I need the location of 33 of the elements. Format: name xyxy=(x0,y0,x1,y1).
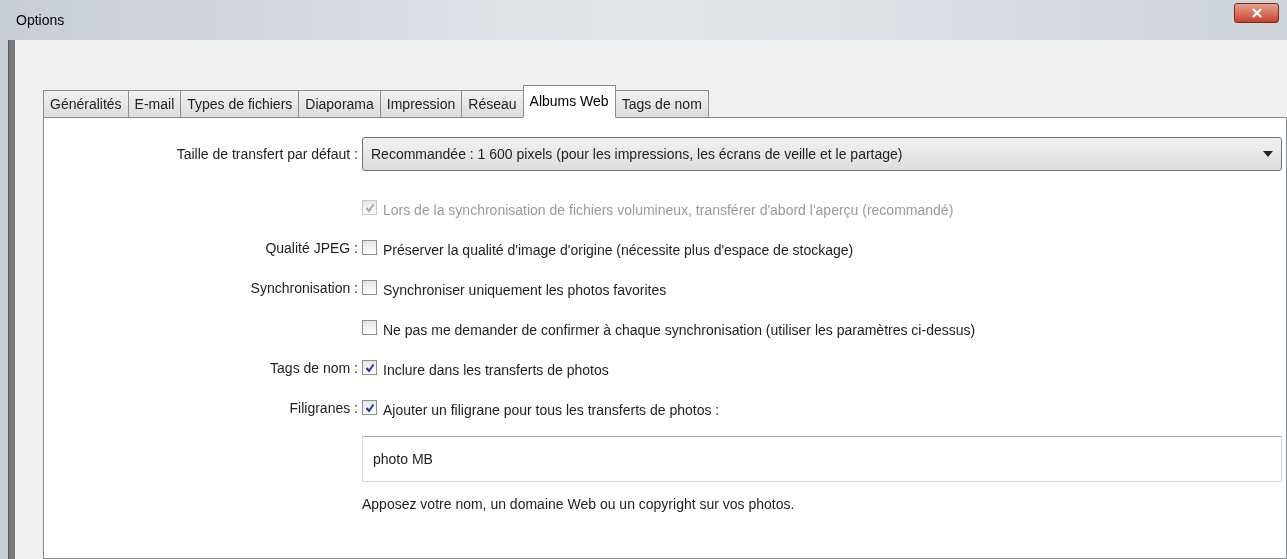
tab[interactable]: Diaporama xyxy=(298,90,381,118)
checkbox[interactable] xyxy=(362,240,377,255)
checkbox[interactable] xyxy=(362,280,377,295)
checkbox[interactable] xyxy=(362,360,377,375)
tab[interactable]: Impression xyxy=(379,90,463,118)
tab[interactable]: Tags de nom xyxy=(614,90,709,118)
checkmark-icon xyxy=(364,402,375,413)
dropdown[interactable]: Recommandée : 1 600 pixels (pour les impressions, les écrans de veille et le partage) xyxy=(362,137,1282,171)
tab[interactable]: E-mail xyxy=(127,90,182,118)
checkbox-label[interactable]: Inclure dans les transferts de photos xyxy=(383,358,609,382)
checkbox-label[interactable]: Préserver la qualité d'image d'origine (nécessite plus d'espace de stockage) xyxy=(383,238,854,262)
option-label: Filigranes : xyxy=(288,399,359,418)
checkbox[interactable] xyxy=(362,320,377,335)
checkbox-label[interactable]: Ajouter un filigrane pour tous les transferts de photos : xyxy=(383,398,720,422)
checkbox-label[interactable]: Ne pas me demander de confirmer à chaque synchronisation (utiliser les paramètres ci-dessus) xyxy=(383,318,976,342)
checkmark-icon xyxy=(364,362,375,373)
caret-icon xyxy=(1263,151,1273,157)
option-label: Qualité JPEG : xyxy=(264,239,359,258)
checkbox-label[interactable]: Synchroniser uniquement les photos favorites xyxy=(383,278,667,302)
checkmark-icon xyxy=(364,202,375,213)
option-label: Synchronisation : xyxy=(249,279,359,298)
window-title: Options xyxy=(16,10,65,30)
tab[interactable]: Généralités xyxy=(43,90,129,118)
close-icon xyxy=(1251,8,1262,18)
checkbox[interactable] xyxy=(362,400,377,415)
watermark-input[interactable]: photo MB xyxy=(362,436,1282,482)
option-label: Tags de nom : xyxy=(269,359,359,378)
tab[interactable]: Réseau xyxy=(461,90,524,118)
tab[interactable]: Types de fichiers xyxy=(180,90,300,118)
close-button[interactable] xyxy=(1234,3,1279,23)
tab[interactable]: Albums Web xyxy=(522,85,616,118)
field-label: Taille de transfert par défaut : xyxy=(175,144,359,164)
hint-text: Apposez votre nom, un domaine Web ou un copyright sur vos photos. xyxy=(362,495,795,514)
